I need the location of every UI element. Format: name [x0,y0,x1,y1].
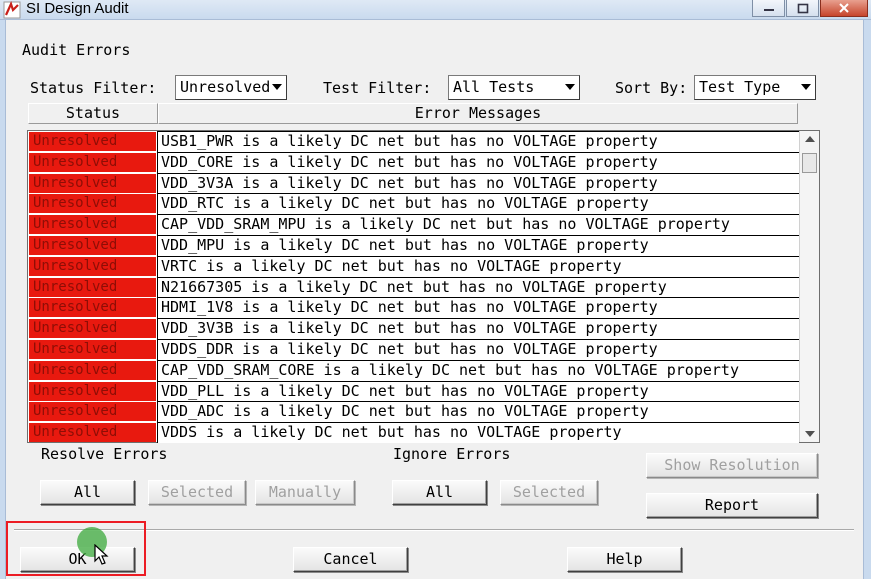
error-message-cell[interactable]: CAP_VDD_SRAM_CORE is a likely DC net but… [157,359,799,381]
test-filter-label: Test Filter: [323,79,432,97]
maximize-icon [797,3,808,13]
table-row[interactable]: Unresolved HDMI_1V8 is a likely DC net bu… [28,297,799,319]
test-filter-value: All Tests [453,78,535,96]
resolve-all-button[interactable]: All [40,480,135,505]
app-logo-icon [3,1,21,19]
error-table: Unresolved USB1_PWR is a likely DC net bu… [27,130,820,444]
table-row[interactable]: Unresolved VDDS_DDR is a likely DC net bu… [28,339,799,360]
status-cell[interactable]: Unresolved [29,173,156,193]
error-message-cell[interactable]: VDD_PLL is a likely DC net but has no VO… [157,380,799,402]
ignore-errors-label: Ignore Errors [393,445,511,463]
resolve-errors-label: Resolve Errors [41,445,168,463]
section-title: Audit Errors [22,41,131,59]
status-filter-select[interactable]: Unresolved [175,75,287,100]
table-row[interactable]: Unresolved USB1_PWR is a likely DC net bu… [28,131,799,152]
chevron-down-icon [801,84,811,90]
table-row[interactable]: Unresolved VDD_3V3A is a likely DC net bu… [28,172,799,194]
report-button[interactable]: Report [646,493,818,518]
error-message-cell[interactable]: HDMI_1V8 is a likely DC net but has no V… [157,297,799,319]
status-cell[interactable]: Unresolved [29,423,156,443]
status-cell[interactable]: Unresolved [29,277,156,297]
error-message-cell[interactable]: VDDS_DDR is a likely DC net but has no V… [157,339,799,360]
error-message-cell[interactable]: VDD_RTC is a likely DC net but has no VO… [157,193,799,215]
error-message-cell[interactable]: VDD_3V3A is a likely DC net but has no V… [157,172,799,194]
scroll-thumb[interactable] [802,153,817,173]
column-header-error-messages[interactable]: Error Messages [158,103,798,124]
status-cell[interactable]: Unresolved [29,152,156,172]
sort-by-select[interactable]: Test Type [694,75,816,100]
table-row[interactable]: Unresolved VDD_CORE is a likely DC net bu… [28,151,799,173]
minimize-icon [763,9,774,11]
table-row[interactable]: Unresolved VDD_RTC is a likely DC net but… [28,193,799,215]
ignore-selected-button[interactable]: Selected [500,480,598,505]
help-button[interactable]: Help [567,547,682,572]
scroll-up-icon[interactable] [805,136,815,142]
table-row[interactable]: Unresolved CAP_VDD_SRAM_MPU is a likely D… [28,214,799,236]
minimize-button[interactable] [752,0,785,17]
status-cell[interactable]: Unresolved [29,360,156,380]
status-filter-label: Status Filter: [30,79,157,97]
mouse-cursor-icon [94,544,109,565]
ok-highlight-box [6,521,146,576]
error-message-cell[interactable]: N21667305 is a likely DC net but has no … [157,276,799,298]
window-frame-right [863,20,871,579]
table-row[interactable]: Unresolved CAP_VDD_SRAM_CORE is a likely … [28,359,799,381]
scroll-down-icon[interactable] [805,431,815,437]
vertical-scrollbar[interactable] [799,131,819,442]
table-row[interactable]: Unresolved VDDS is a likely DC net but ha… [28,422,799,444]
sort-by-label: Sort By: [615,79,688,97]
column-header-status[interactable]: Status [28,103,158,124]
error-message-cell[interactable]: VDD_ADC is a likely DC net but has no VO… [157,401,799,423]
table-row[interactable]: Unresolved VDD_ADC is a likely DC net but… [28,401,799,423]
status-cell[interactable]: Unresolved [29,256,156,276]
error-message-cell[interactable]: USB1_PWR is a likely DC net but has no V… [157,131,799,152]
table-row[interactable]: Unresolved VDD_3V3B is a likely DC net bu… [28,318,799,340]
title-bar: SI Design Audit [0,0,871,20]
status-cell[interactable]: Unresolved [29,319,156,339]
status-cell[interactable]: Unresolved [29,215,156,235]
test-filter-select[interactable]: All Tests [448,75,580,100]
status-cell[interactable]: Unresolved [29,340,156,359]
close-icon [839,3,849,13]
window-frame-left [0,20,6,579]
chevron-down-icon [565,84,575,90]
table-row[interactable]: Unresolved VRTC is a likely DC net but ha… [28,255,799,277]
status-filter-value: Unresolved [180,78,271,96]
table-row[interactable]: Unresolved VDD_MPU is a likely DC net but… [28,235,799,256]
window-title: SI Design Audit [26,0,129,17]
ignore-all-button[interactable]: All [392,480,487,505]
maximize-button[interactable] [786,0,819,17]
status-cell[interactable]: Unresolved [29,381,156,401]
error-message-cell[interactable]: VDD_CORE is a likely DC net but has no V… [157,151,799,173]
close-button[interactable] [820,0,868,17]
error-message-cell[interactable]: VRTC is a likely DC net but has no VOLTA… [157,255,799,277]
table-row[interactable]: Unresolved N21667305 is a likely DC net b… [28,276,799,298]
status-cell[interactable]: Unresolved [29,402,156,422]
error-message-cell[interactable]: VDD_3V3B is a likely DC net but has no V… [157,318,799,340]
sort-by-value: Test Type [699,78,781,96]
status-cell[interactable]: Unresolved [29,194,156,214]
error-message-cell[interactable]: VDD_MPU is a likely DC net but has no VO… [157,235,799,256]
error-message-cell[interactable]: VDDS is a likely DC net but has no VOLTA… [157,422,799,444]
resolve-selected-button[interactable]: Selected [148,480,246,505]
chevron-down-icon [272,84,282,90]
error-message-cell[interactable]: CAP_VDD_SRAM_MPU is a likely DC net but … [157,214,799,236]
status-cell[interactable]: Unresolved [29,132,156,151]
status-cell[interactable]: Unresolved [29,298,156,318]
resolve-manually-button[interactable]: Manually [255,480,355,505]
status-cell[interactable]: Unresolved [29,236,156,255]
cancel-button[interactable]: Cancel [293,547,408,572]
show-resolution-button[interactable]: Show Resolution [646,453,818,478]
table-row[interactable]: Unresolved VDD_PLL is a likely DC net but… [28,380,799,402]
